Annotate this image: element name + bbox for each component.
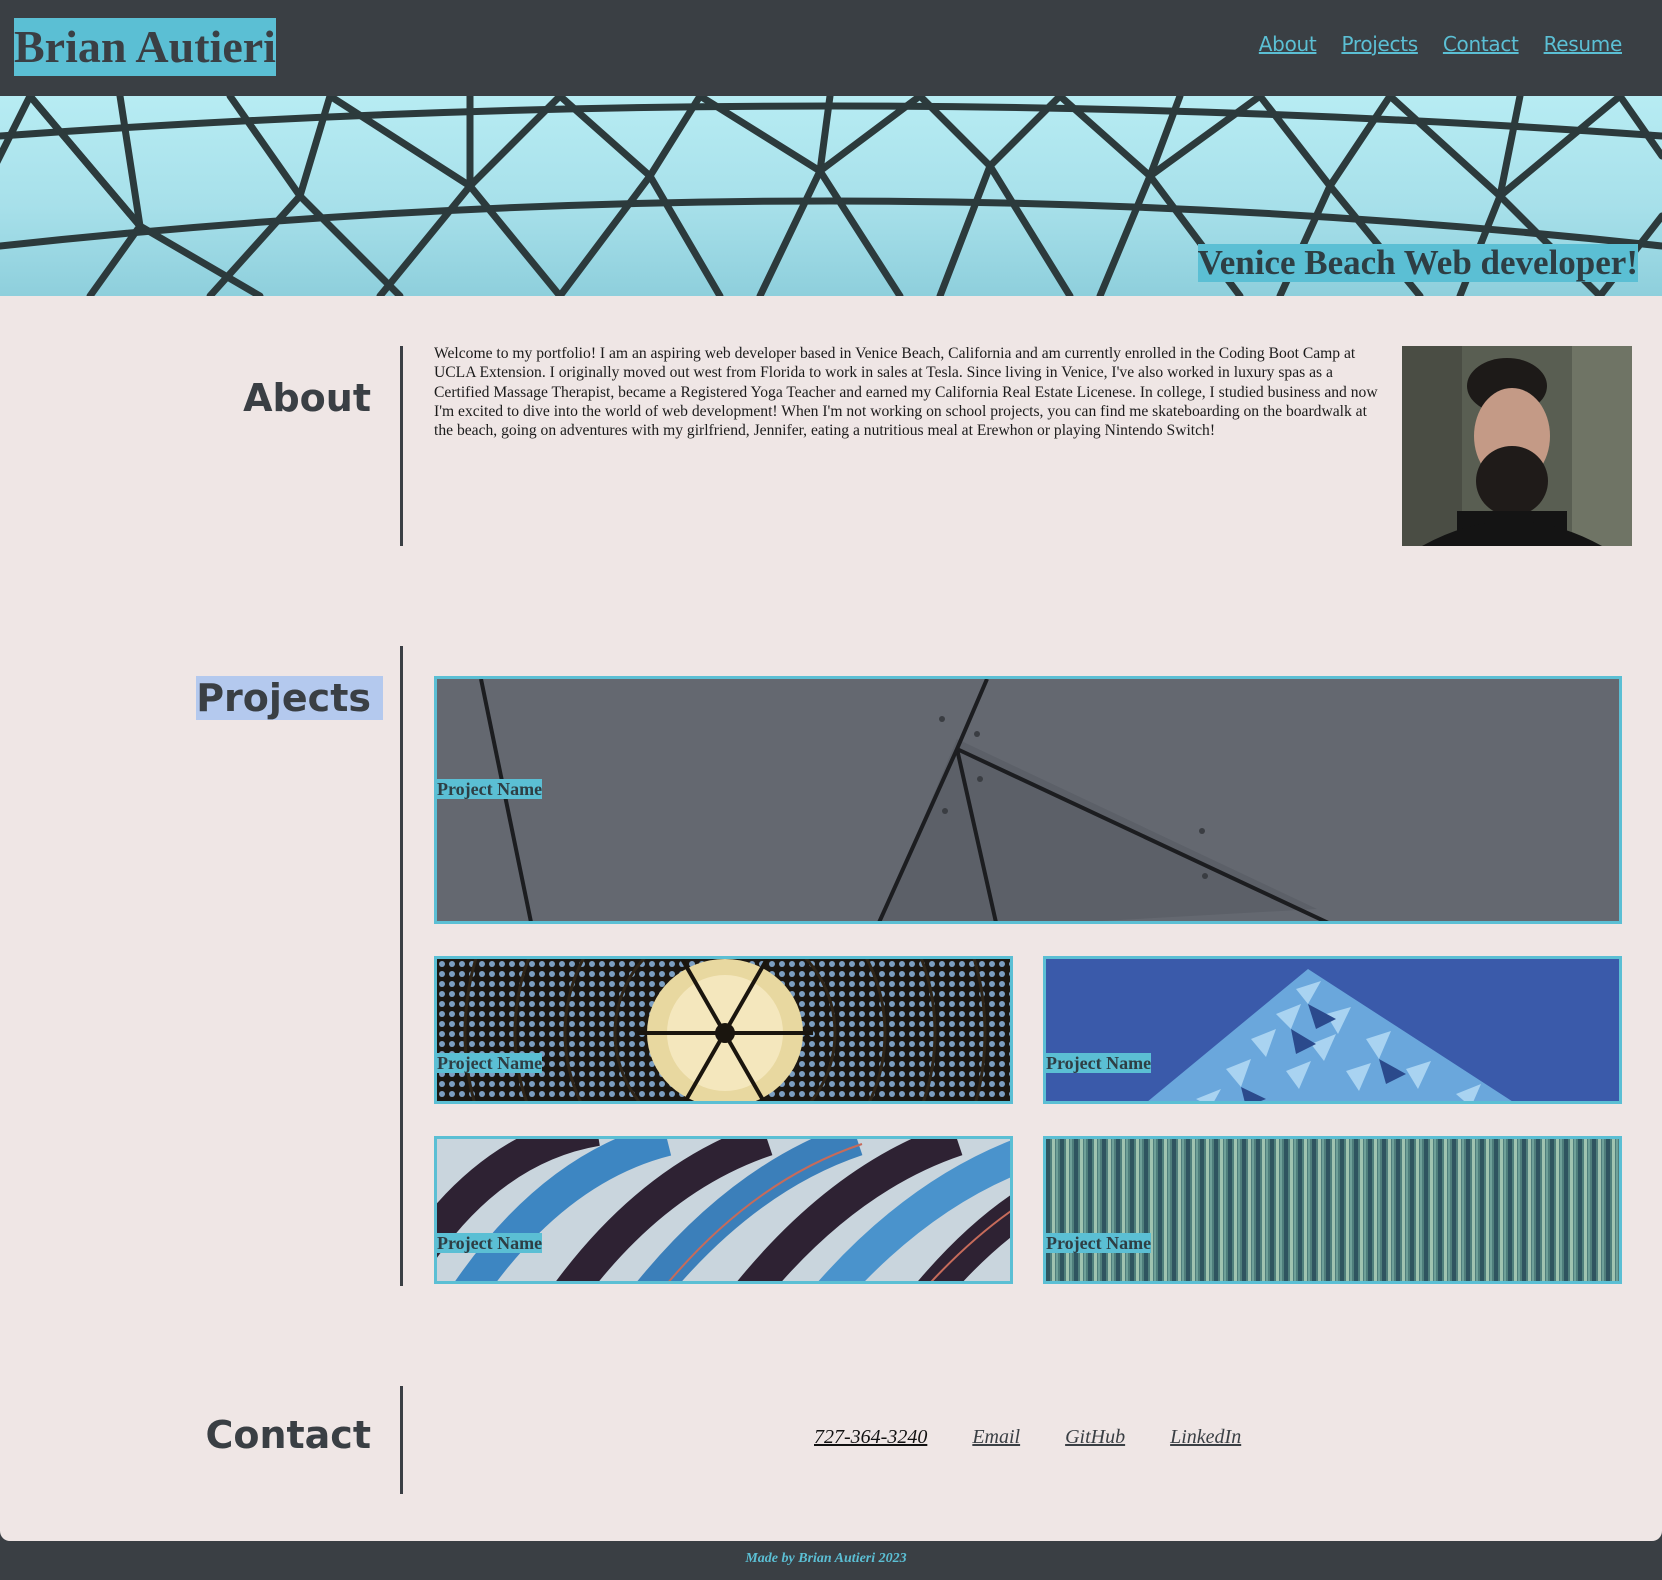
email-link[interactable]: Email [972, 1426, 1020, 1449]
profile-photo [1402, 346, 1632, 546]
footer-credit: Made by Brian Autieri 2023 [745, 1551, 907, 1566]
blue-geometric-building-image [1046, 959, 1619, 1101]
portrait-image [1402, 346, 1632, 546]
projects-divider [400, 646, 403, 1286]
linkedin-link[interactable]: LinkedIn [1170, 1426, 1241, 1449]
project-card[interactable]: Project Name [1043, 1136, 1622, 1284]
nav-link-resume[interactable]: Resume [1544, 32, 1623, 56]
contact-links: 727-364-3240 Email GitHub LinkedIn [814, 1426, 1241, 1449]
projects-heading: Projects [196, 676, 383, 720]
contact-divider [400, 1386, 403, 1494]
teal-vertical-stripes-image [1046, 1139, 1619, 1281]
contact-heading: Contact [205, 1413, 371, 1457]
project-card[interactable]: Project Name [1043, 956, 1622, 1104]
hero-banner: Venice Beach Web developer! [0, 96, 1662, 296]
about-divider [400, 346, 403, 546]
project-name-label: Project Name [437, 779, 543, 799]
phone-link[interactable]: 727-364-3240 [814, 1426, 927, 1449]
main-content: About Welcome to my portfolio! I am an a… [0, 296, 1662, 1541]
main-nav: About Projects Contact Resume [1259, 32, 1623, 56]
project-name-label: Project Name [437, 1233, 543, 1253]
hero-tagline: Venice Beach Web developer! [1197, 243, 1638, 282]
project-card[interactable]: Project Name [434, 1136, 1013, 1284]
nav-link-projects[interactable]: Projects [1341, 32, 1418, 56]
project-card-featured[interactable]: Project Name [434, 676, 1622, 924]
site-footer: Made by Brian Autieri 2023 [0, 1541, 1662, 1580]
nav-link-about[interactable]: About [1259, 32, 1317, 56]
about-heading: About [243, 376, 371, 420]
nav-link-contact[interactable]: Contact [1443, 32, 1519, 56]
project-name-label: Project Name [437, 1053, 543, 1073]
site-brand[interactable]: Brian Autieri [14, 18, 276, 76]
project-name-label: Project Name [1046, 1053, 1152, 1073]
blue-striped-abstract-image [437, 1139, 1010, 1281]
project-name-label: Project Name [1046, 1233, 1152, 1253]
about-paragraph: Welcome to my portfolio! I am an aspirin… [434, 345, 1378, 440]
project-card[interactable]: Project Name [434, 956, 1013, 1104]
site-header: Brian Autieri About Projects Contact Res… [0, 0, 1662, 96]
github-link[interactable]: GitHub [1065, 1426, 1125, 1449]
stained-glass-dome-image [437, 959, 1010, 1101]
gray-architecture-image [437, 679, 1619, 921]
